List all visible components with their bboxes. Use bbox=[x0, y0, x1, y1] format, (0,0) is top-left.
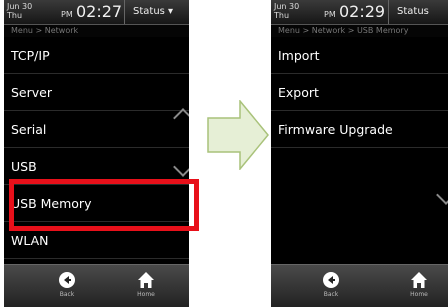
date-weekday: Thu bbox=[7, 11, 23, 20]
ampm-label: PM bbox=[324, 10, 336, 19]
usb-memory-menu-list: Import Export Firmware Upgrade bbox=[271, 37, 448, 148]
status-bar: Jun 30 Thu PM 02:27 Status ▾ bbox=[4, 0, 189, 25]
ampm-label: PM bbox=[61, 10, 73, 19]
menu-item-import[interactable]: Import bbox=[271, 37, 448, 74]
back-button[interactable]: Back bbox=[52, 269, 82, 299]
clock-time: 02:29 bbox=[339, 2, 386, 21]
menu-item-serial[interactable]: Serial bbox=[4, 111, 189, 148]
home-button[interactable]: Home bbox=[404, 269, 434, 299]
status-dropdown[interactable]: Status bbox=[388, 0, 429, 24]
menu-item-export[interactable]: Export bbox=[271, 74, 448, 111]
back-button[interactable]: Back bbox=[316, 269, 346, 299]
back-arrow-circle-icon bbox=[59, 272, 75, 288]
breadcrumb: Menu > Network bbox=[4, 25, 189, 37]
status-dropdown[interactable]: Status ▾ bbox=[124, 0, 173, 24]
usb-memory-highlight-box bbox=[9, 179, 199, 231]
date-day: Jun 30 bbox=[7, 2, 33, 11]
chevron-down-icon[interactable] bbox=[436, 185, 448, 205]
left-device-screen: Jun 30 Thu PM 02:27 Status ▾ Menu > Netw… bbox=[4, 0, 189, 307]
home-label: Home bbox=[410, 291, 428, 298]
menu-item-tcpip[interactable]: TCP/IP bbox=[4, 37, 189, 74]
status-bar: Jun 30 Thu PM 02:29 Status bbox=[271, 0, 448, 25]
bottom-nav-bar: Back Home bbox=[4, 264, 189, 307]
breadcrumb: Menu > Network > USB Memory bbox=[271, 25, 448, 37]
home-label: Home bbox=[137, 291, 155, 298]
right-device-screen: Jun 30 Thu PM 02:29 Status Menu > Networ… bbox=[271, 0, 448, 307]
date-display: Jun 30 Thu bbox=[7, 2, 32, 20]
back-arrow-circle-icon bbox=[323, 272, 339, 288]
home-button[interactable]: Home bbox=[131, 269, 161, 299]
clock-time: 02:27 bbox=[76, 2, 123, 21]
date-weekday: Thu bbox=[274, 11, 290, 20]
date-display: Jun 30 Thu bbox=[274, 2, 299, 20]
date-day: Jun 30 bbox=[274, 2, 300, 11]
menu-item-server[interactable]: Server bbox=[4, 74, 189, 111]
bottom-nav-bar: Back Home bbox=[271, 264, 448, 307]
menu-item-firmware-upgrade[interactable]: Firmware Upgrade bbox=[271, 111, 448, 148]
home-icon bbox=[138, 272, 154, 288]
back-label: Back bbox=[323, 291, 339, 298]
back-label: Back bbox=[59, 291, 75, 298]
right-arrow-icon bbox=[207, 100, 269, 170]
home-icon bbox=[411, 272, 427, 288]
